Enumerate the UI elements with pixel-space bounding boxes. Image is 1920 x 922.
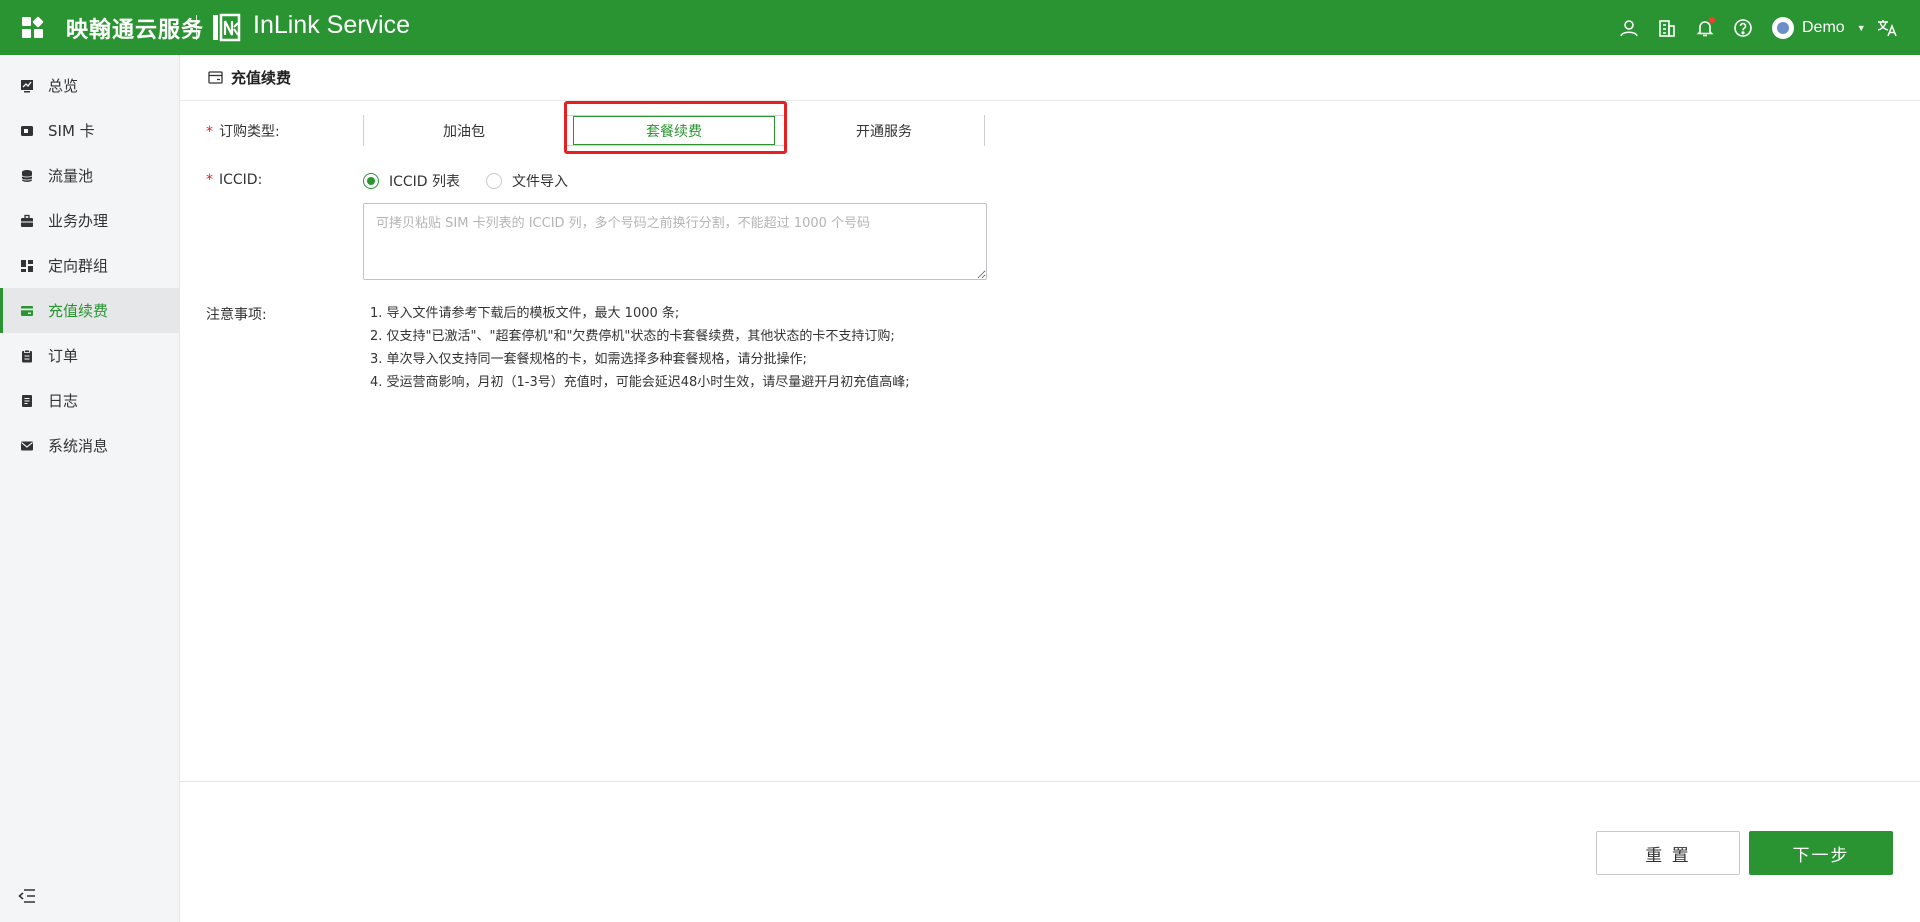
page-title: 充值续费 [231,69,292,87]
sidebar-item-business[interactable]: 业务办理 [0,198,180,243]
dashboard-grid-icon [21,259,33,272]
sidebar-item-label: 业务办理 [48,212,109,230]
sidebar-item-label: 系统消息 [48,437,109,455]
notes-label: 注意事项: [206,307,267,323]
radio-button-unchecked[interactable] [486,173,502,189]
sidebar: 总览 SIM 卡 流量池 业务办理 定向群组 充值续费 订单 日志 系统消息 [0,55,180,922]
sim-card-icon [21,125,33,136]
reset-button[interactable]: 重 置 [1596,831,1740,875]
inlink-logo-icon [213,13,241,42]
chevron-down-icon: ▼ [1856,23,1866,33]
note-item: 3. 单次导入仅支持同一套餐规格的卡，如需选择多种套餐规格，请分批操作; [370,352,807,367]
required-asterisk: * [206,172,213,188]
sidebar-item-label: 订单 [48,347,79,365]
radio-iccid-list[interactable]: ICCID 列表 [363,171,460,191]
next-step-button[interactable]: 下一步 [1749,831,1893,875]
building-icon[interactable] [1656,17,1678,39]
database-icon [21,169,33,182]
sidebar-item-label: 充值续费 [48,302,109,320]
apps-grid-icon[interactable] [22,16,44,39]
notes-list: 1. 导入文件请参考下载后的模板文件，最大 1000 条; 2. 仅支持"已激活… [370,302,910,394]
briefcase-icon [21,214,33,227]
sidebar-item-messages[interactable]: 系统消息 [0,423,180,468]
sidebar-item-label: 总览 [48,77,79,95]
footer-divider [180,781,1920,782]
sidebar-item-recharge[interactable]: 充值续费 [0,288,180,333]
highlight-annotation [564,101,787,154]
sidebar-item-directed-group[interactable]: 定向群组 [0,243,180,288]
sidebar-item-label: 流量池 [48,167,94,185]
page-header: 充值续费 [180,55,1920,101]
translate-icon[interactable] [1876,17,1898,39]
help-icon[interactable] [1732,17,1754,39]
brand-divider [196,15,197,40]
notification-dot [1709,17,1715,23]
bell-icon[interactable] [1694,17,1716,39]
sidebar-item-label: 定向群组 [48,257,109,275]
radio-label: ICCID 列表 [389,174,461,190]
user-name: Demo [1802,19,1845,36]
required-asterisk: * [206,124,213,140]
iccid-label: * ICCID: [206,172,263,188]
brand-name-cn: 映翰通云服务 [66,18,205,43]
avatar [1772,17,1794,39]
contacts-icon[interactable] [1618,17,1640,39]
radio-button-checked[interactable] [363,173,379,189]
note-item: 1. 导入文件请参考下载后的模板文件，最大 1000 条; [370,306,680,321]
iccid-input[interactable] [363,203,987,280]
sidebar-item-sim-card[interactable]: SIM 卡 [0,108,180,153]
wallet-icon [208,71,223,84]
sidebar-item-label: 日志 [48,392,79,410]
clipboard-icon [22,349,32,362]
top-header: 映翰通云服务 InLink Service Demo ▼ [0,0,1920,55]
sidebar-item-overview[interactable]: 总览 [0,63,180,108]
mail-icon [21,441,33,450]
chart-monitor-icon [21,79,33,92]
order-type-label: * 订购类型: [206,124,280,140]
collapse-menu-icon[interactable] [18,888,36,904]
note-item: 4. 受运营商影响，月初（1-3号）充值时，可能会延迟48小时生效，请尽量避开月… [370,375,910,390]
order-type-option-addon[interactable]: 加油包 [364,115,564,146]
order-type-option-activation[interactable]: 开通服务 [784,115,984,146]
sidebar-item-logs[interactable]: 日志 [0,378,180,423]
user-menu[interactable]: Demo ▼ [1772,15,1866,41]
note-item: 2. 仅支持"已激活"、"超套停机"和"欠费停机"状态的卡套餐续费，其他状态的卡… [370,329,895,344]
sidebar-item-traffic-pool[interactable]: 流量池 [0,153,180,198]
brand-name-en: InLink Service [253,11,411,39]
sidebar-item-orders[interactable]: 订单 [0,333,180,378]
sidebar-item-label: SIM 卡 [48,122,95,140]
document-icon [22,394,32,407]
radio-file-import[interactable]: 文件导入 [486,171,568,191]
radio-label: 文件导入 [512,174,568,190]
credit-card-icon [21,305,33,316]
